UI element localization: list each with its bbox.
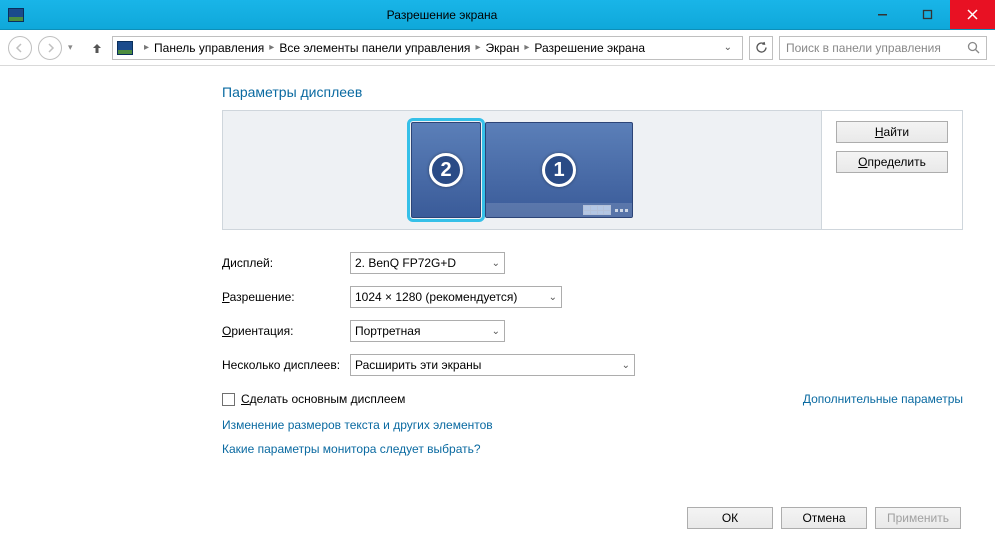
taskbar-preview: [486, 203, 632, 217]
select-multiple[interactable]: Расширить эти экраны ⌄: [350, 354, 635, 376]
breadcrumb-item[interactable]: Экран: [485, 41, 519, 55]
monitor-1[interactable]: 1: [485, 122, 633, 218]
refresh-icon: [755, 41, 768, 54]
cancel-button[interactable]: Отмена: [781, 507, 867, 529]
row-resolution: Разрешение: 1024 × 1280 (рекомендуется) …: [222, 286, 963, 308]
forward-button[interactable]: [38, 36, 62, 60]
detect-button[interactable]: Найти: [836, 121, 948, 143]
chevron-down-icon: ⌄: [492, 258, 500, 269]
monitor-2[interactable]: 2: [411, 122, 481, 218]
row-orientation: Ориентация: Портретная ⌄: [222, 320, 963, 342]
search-input[interactable]: Поиск в панели управления: [779, 36, 987, 60]
app-icon: [8, 8, 24, 22]
label-orientation: Ориентация:: [222, 324, 350, 338]
label-display: Дисплей:: [222, 256, 350, 270]
chevron-right-icon: ▸: [519, 42, 534, 53]
minimize-button[interactable]: [860, 0, 905, 29]
select-orientation[interactable]: Портретная ⌄: [350, 320, 505, 342]
select-resolution[interactable]: 1024 × 1280 (рекомендуется) ⌄: [350, 286, 562, 308]
display-arrangement: 2 1 Найти Определить: [222, 110, 963, 230]
text-size-link[interactable]: Изменение размеров текста и других элеме…: [222, 418, 963, 432]
ok-button[interactable]: ОК: [687, 507, 773, 529]
window-title: Разрешение экрана: [24, 8, 860, 22]
search-icon: [967, 41, 980, 54]
row-multiple: Несколько дисплеев: Расширить эти экраны…: [222, 354, 963, 376]
which-monitor-link[interactable]: Какие параметры монитора следует выбрать…: [222, 442, 963, 456]
arrangement-buttons: Найти Определить: [822, 111, 962, 229]
checkbox-row: Сделать основным дисплеем Дополнительные…: [222, 392, 963, 406]
apply-button[interactable]: Применить: [875, 507, 961, 529]
arrow-right-icon: [44, 42, 56, 54]
select-display[interactable]: 2. BenQ FP72G+D ⌄: [350, 252, 505, 274]
monitor-number: 1: [542, 153, 576, 187]
refresh-button[interactable]: [749, 36, 773, 60]
recent-dropdown[interactable]: ▾: [68, 42, 82, 53]
back-button[interactable]: [8, 36, 32, 60]
select-value: 2. BenQ FP72G+D: [355, 256, 456, 270]
page-heading: Параметры дисплеев: [222, 84, 963, 100]
footer-buttons: ОК Отмена Применить: [687, 507, 961, 529]
select-value: Портретная: [355, 324, 420, 338]
checkbox-icon: [222, 393, 235, 406]
chevron-down-icon: ⌄: [622, 360, 630, 371]
maximize-icon: [922, 9, 933, 20]
make-main-checkbox[interactable]: Сделать основным дисплеем: [222, 392, 405, 406]
chevron-right-icon: ▸: [139, 42, 154, 53]
chevron-down-icon: ⌄: [492, 326, 500, 337]
close-button[interactable]: [950, 0, 995, 29]
up-button[interactable]: [88, 39, 106, 57]
breadcrumb-item[interactable]: Все элементы панели управления: [279, 41, 470, 55]
chevron-right-icon: ▸: [264, 42, 279, 53]
breadcrumb-item[interactable]: Разрешение экрана: [534, 41, 645, 55]
select-value: 1024 × 1280 (рекомендуется): [355, 290, 517, 304]
close-icon: [967, 9, 978, 20]
monitor-number: 2: [429, 153, 463, 187]
chevron-down-icon: ⌄: [549, 292, 557, 303]
content: Параметры дисплеев 2 1 Найти Определить …: [0, 66, 995, 456]
select-value: Расширить эти экраны: [355, 358, 481, 372]
label-multiple: Несколько дисплеев:: [222, 358, 350, 372]
checkbox-label: Сделать основным дисплеем: [241, 392, 405, 406]
identify-button[interactable]: Определить: [836, 151, 948, 173]
breadcrumb-dropdown[interactable]: ⌄: [718, 42, 738, 53]
row-display: Дисплей: 2. BenQ FP72G+D ⌄: [222, 252, 963, 274]
taskbar-grid-icon: [583, 205, 611, 215]
search-placeholder: Поиск в панели управления: [786, 41, 967, 55]
minimize-icon: [877, 9, 888, 20]
breadcrumb-item[interactable]: Панель управления: [154, 41, 264, 55]
window-controls: [860, 0, 995, 29]
arrow-up-icon: [90, 41, 104, 55]
monitor-canvas[interactable]: 2 1: [223, 111, 822, 229]
maximize-button[interactable]: [905, 0, 950, 29]
label-resolution: Разрешение:: [222, 290, 350, 304]
breadcrumb[interactable]: ▸ Панель управления ▸ Все элементы панел…: [112, 36, 743, 60]
navbar: ▾ ▸ Панель управления ▸ Все элементы пан…: [0, 30, 995, 66]
chevron-right-icon: ▸: [470, 42, 485, 53]
titlebar: Разрешение экрана: [0, 0, 995, 30]
advanced-settings-link[interactable]: Дополнительные параметры: [803, 392, 963, 406]
tray-dots-icon: [615, 209, 628, 212]
arrow-left-icon: [14, 42, 26, 54]
control-panel-icon: [117, 41, 133, 55]
